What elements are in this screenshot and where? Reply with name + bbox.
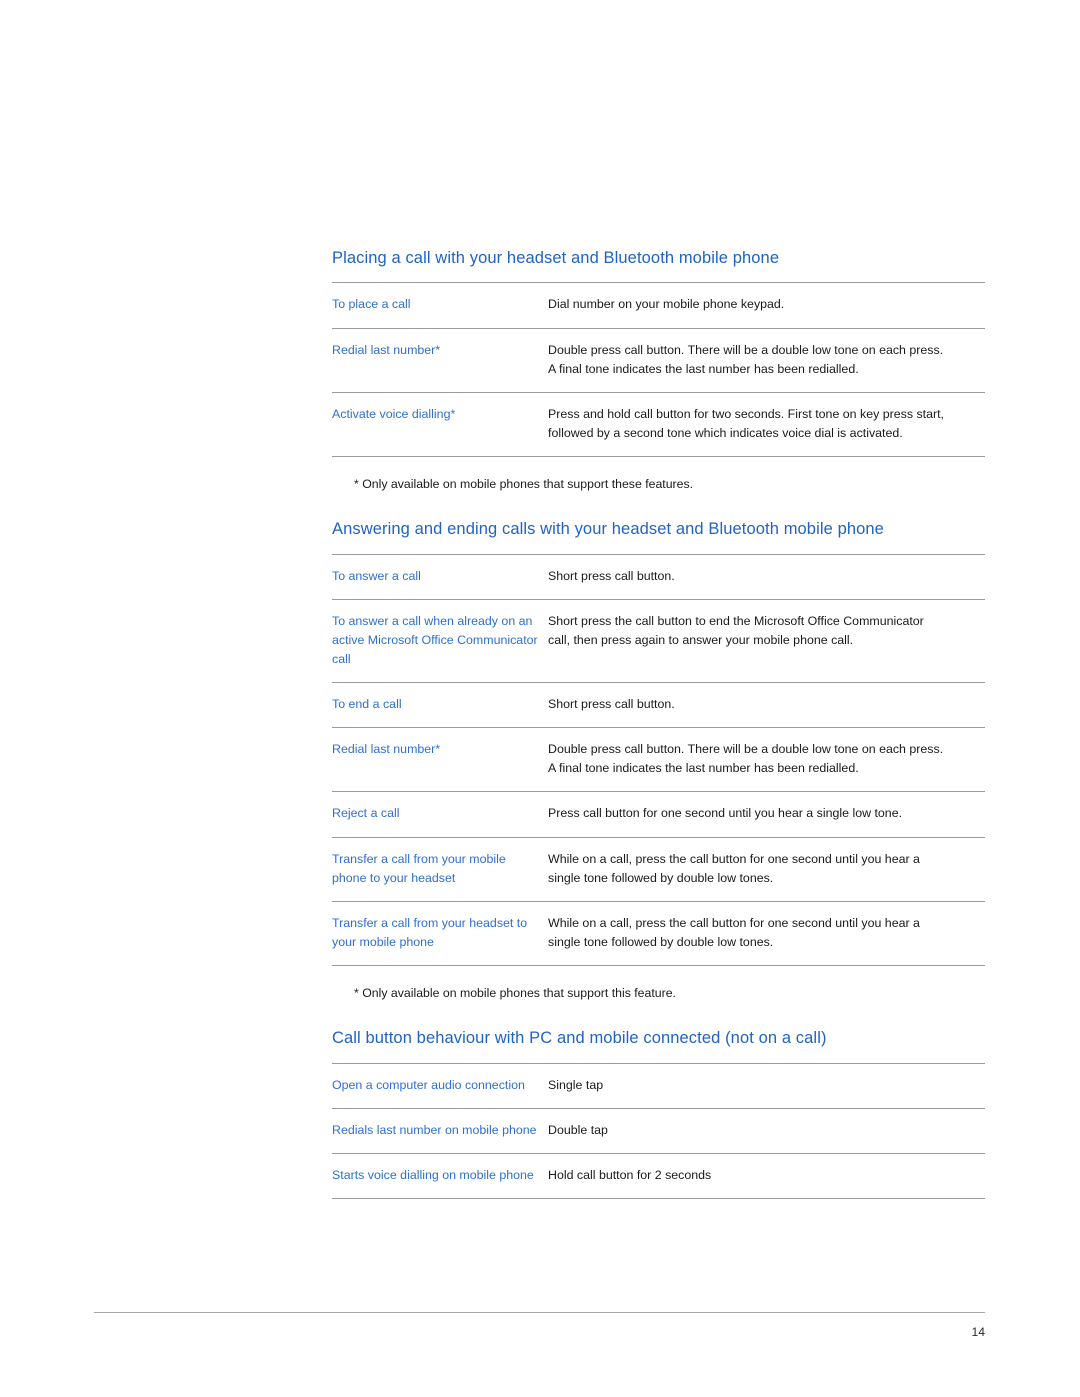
table-row: Redial last number* Double press call bu… <box>332 328 985 393</box>
description-line: Short press call button. <box>548 697 675 712</box>
row-term: To end a call <box>332 683 548 728</box>
table-row: To end a call Short press call button. <box>332 683 985 728</box>
section-call-button-behaviour: Call button behaviour with PC and mobile… <box>332 1028 985 1199</box>
section-placing-a-call: Placing a call with your headset and Blu… <box>332 248 985 493</box>
description-line: followed by a second tone which indicate… <box>548 425 903 440</box>
table-row: Starts voice dialling on mobile phone Ho… <box>332 1153 985 1199</box>
row-term: Transfer a call from your headset to you… <box>332 901 548 965</box>
footnote: * Only available on mobile phones that s… <box>354 476 694 491</box>
term-text: To answer a call when already on an acti… <box>332 613 538 667</box>
row-description: Short press the call button to end the M… <box>548 599 985 682</box>
description-line: Short press call button. <box>548 568 675 583</box>
row-term: Open a computer audio connection <box>332 1063 548 1108</box>
table-row: Open a computer audio connection Single … <box>332 1063 985 1109</box>
page-number: 14 <box>971 1325 985 1339</box>
description-line: While on a call, press the call button f… <box>548 915 920 930</box>
table-row: Activate voice dialling* Press and hold … <box>332 392 985 457</box>
row-term: To answer a call <box>332 554 548 599</box>
row-description: Press and hold call button for two secon… <box>548 392 985 456</box>
term-text: Reject a call <box>332 806 400 821</box>
term-text: Starts voice dialling on mobile phone <box>332 1167 534 1182</box>
section-heading: Call button behaviour with PC and mobile… <box>332 1029 827 1048</box>
term-text: Activate voice dialling* <box>332 406 456 421</box>
term-text: To place a call <box>332 297 411 312</box>
description-line: call, then press again to answer your mo… <box>548 632 854 647</box>
row-description: While on a call, press the call button f… <box>548 901 985 965</box>
term-text: Redials last number on mobile phone <box>332 1122 537 1137</box>
term-text: Open a computer audio connection <box>332 1077 525 1092</box>
description-line: Double press call button. There will be … <box>548 742 944 757</box>
section-heading: Placing a call with your headset and Blu… <box>332 249 780 267</box>
term-text: Redial last number* <box>332 742 441 757</box>
description-line: Single tap <box>548 1077 604 1092</box>
spec-table: To place a call Dial number on your mobi… <box>332 282 985 457</box>
term-text: To end a call <box>332 697 402 712</box>
row-description: Short press call button. <box>548 554 985 599</box>
description-line: single tone followed by double low tones… <box>548 934 774 949</box>
row-description: Short press call button. <box>548 683 985 728</box>
row-description: Dial number on your mobile phone keypad. <box>548 283 985 328</box>
table-row: Reject a call Press call button for one … <box>332 792 985 838</box>
description-line: Press and hold call button for two secon… <box>548 406 945 421</box>
row-description: Double press call button. There will be … <box>548 728 985 792</box>
spec-table: Open a computer audio connection Single … <box>332 1062 985 1199</box>
description-line: Short press the call button to end the M… <box>548 613 924 628</box>
row-term: Starts voice dialling on mobile phone <box>332 1153 548 1198</box>
row-description: Double press call button. There will be … <box>548 328 985 392</box>
term-text: Transfer a call from your headset to you… <box>332 915 528 949</box>
table-row: Transfer a call from your headset to you… <box>332 901 985 966</box>
row-term: Redial last number* <box>332 728 548 792</box>
row-description: While on a call, press the call button f… <box>548 837 985 901</box>
description-line: Double tap <box>548 1122 608 1137</box>
document-content: Placing a call with your headset and Blu… <box>332 248 985 1199</box>
row-term: Reject a call <box>332 792 548 837</box>
description-line: single tone followed by double low tones… <box>548 870 774 885</box>
table-row: Redial last number* Double press call bu… <box>332 728 985 792</box>
row-description: Double tap <box>548 1108 985 1153</box>
row-term: Redial last number* <box>332 328 548 392</box>
footer-divider <box>94 1312 985 1313</box>
row-description: Press call button for one second until y… <box>548 792 985 837</box>
table-row: Redials last number on mobile phone Doub… <box>332 1108 985 1154</box>
row-description: Single tap <box>548 1063 985 1108</box>
document-page: Placing a call with your headset and Blu… <box>0 0 1080 1397</box>
description-line: A final tone indicates the last number h… <box>548 761 859 776</box>
term-text: Redial last number* <box>332 342 441 357</box>
description-line: A final tone indicates the last number h… <box>548 361 859 376</box>
section-heading: Answering and ending calls with your hea… <box>332 520 884 539</box>
description-line: While on a call, press the call button f… <box>548 851 920 866</box>
description-line: Hold call button for 2 seconds <box>548 1167 712 1182</box>
row-description: Hold call button for 2 seconds <box>548 1153 985 1198</box>
table-row: To answer a call Short press call button… <box>332 554 985 600</box>
row-term: To place a call <box>332 283 548 328</box>
spec-table: To answer a call Short press call button… <box>332 553 985 966</box>
term-text: Transfer a call from your mobile phone t… <box>332 851 506 885</box>
row-term: To answer a call when already on an acti… <box>332 599 548 682</box>
section-answering-ending-calls: Answering and ending calls with your hea… <box>332 519 985 1002</box>
row-term: Transfer a call from your mobile phone t… <box>332 837 548 901</box>
table-row: Transfer a call from your mobile phone t… <box>332 837 985 902</box>
row-term: Activate voice dialling* <box>332 392 548 456</box>
footnote: * Only available on mobile phones that s… <box>354 985 676 1000</box>
description-line: Dial number on your mobile phone keypad. <box>548 297 785 312</box>
description-line: Press call button for one second until y… <box>548 806 903 821</box>
table-row: To answer a call when already on an acti… <box>332 599 985 683</box>
table-row: To place a call Dial number on your mobi… <box>332 283 985 329</box>
description-line: Double press call button. There will be … <box>548 342 944 357</box>
term-text: To answer a call <box>332 568 421 583</box>
row-term: Redials last number on mobile phone <box>332 1108 548 1153</box>
